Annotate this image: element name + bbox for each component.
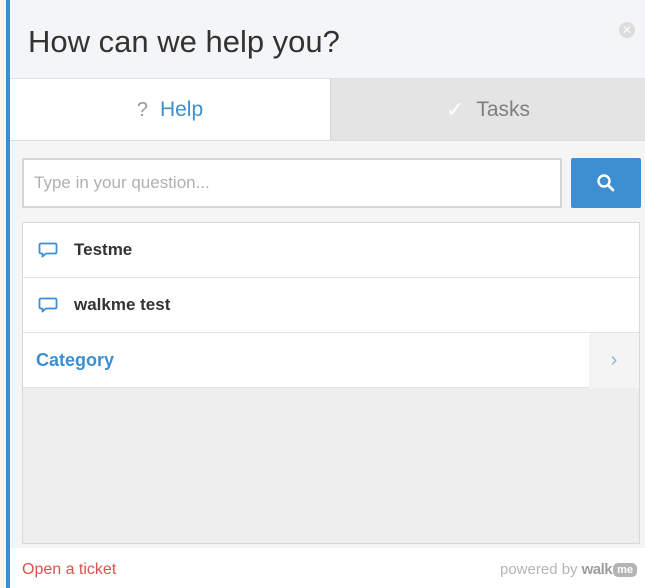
chat-bubble-icon bbox=[38, 242, 58, 258]
tab-help[interactable]: ? Help bbox=[10, 79, 330, 141]
list-item-label: walkme test bbox=[74, 295, 171, 314]
tab-tasks-label: Tasks bbox=[476, 98, 531, 121]
list-item[interactable]: Testme bbox=[23, 223, 639, 278]
chevron-right-icon[interactable]: › bbox=[589, 333, 639, 388]
question-mark-icon: ? bbox=[136, 98, 148, 121]
category-label: Category bbox=[36, 349, 115, 370]
results-list: Testme walkme test Category › bbox=[22, 222, 640, 544]
category-item[interactable]: Category › bbox=[23, 333, 639, 388]
help-widget: How can we help you? ✕ ? Help ✓ Tasks Te… bbox=[0, 0, 645, 588]
list-item-label: Testme bbox=[74, 240, 133, 259]
checkmark-icon: ✓ bbox=[445, 97, 465, 122]
tab-tasks[interactable]: ✓ Tasks bbox=[330, 79, 645, 141]
widget-title: How can we help you? bbox=[28, 24, 340, 59]
tab-help-label: Help bbox=[159, 98, 204, 121]
widget-footer: Open a ticket powered by walk me bbox=[10, 548, 645, 588]
list-item[interactable]: walkme test bbox=[23, 278, 639, 333]
open-ticket-link[interactable]: Open a ticket bbox=[22, 561, 116, 579]
search-button[interactable] bbox=[571, 158, 641, 208]
powered-by-text: powered by bbox=[500, 561, 578, 578]
brand-logo: walk bbox=[581, 561, 613, 578]
powered-by: powered by walk me bbox=[500, 561, 637, 578]
brand-badge: me bbox=[613, 562, 637, 577]
chat-bubble-icon bbox=[38, 297, 58, 313]
search-icon bbox=[597, 174, 615, 192]
close-icon[interactable]: ✕ bbox=[619, 22, 635, 38]
widget-header: How can we help you? ✕ bbox=[10, 0, 645, 78]
tab-bar: ? Help ✓ Tasks bbox=[10, 78, 645, 141]
search-input[interactable] bbox=[22, 158, 562, 208]
